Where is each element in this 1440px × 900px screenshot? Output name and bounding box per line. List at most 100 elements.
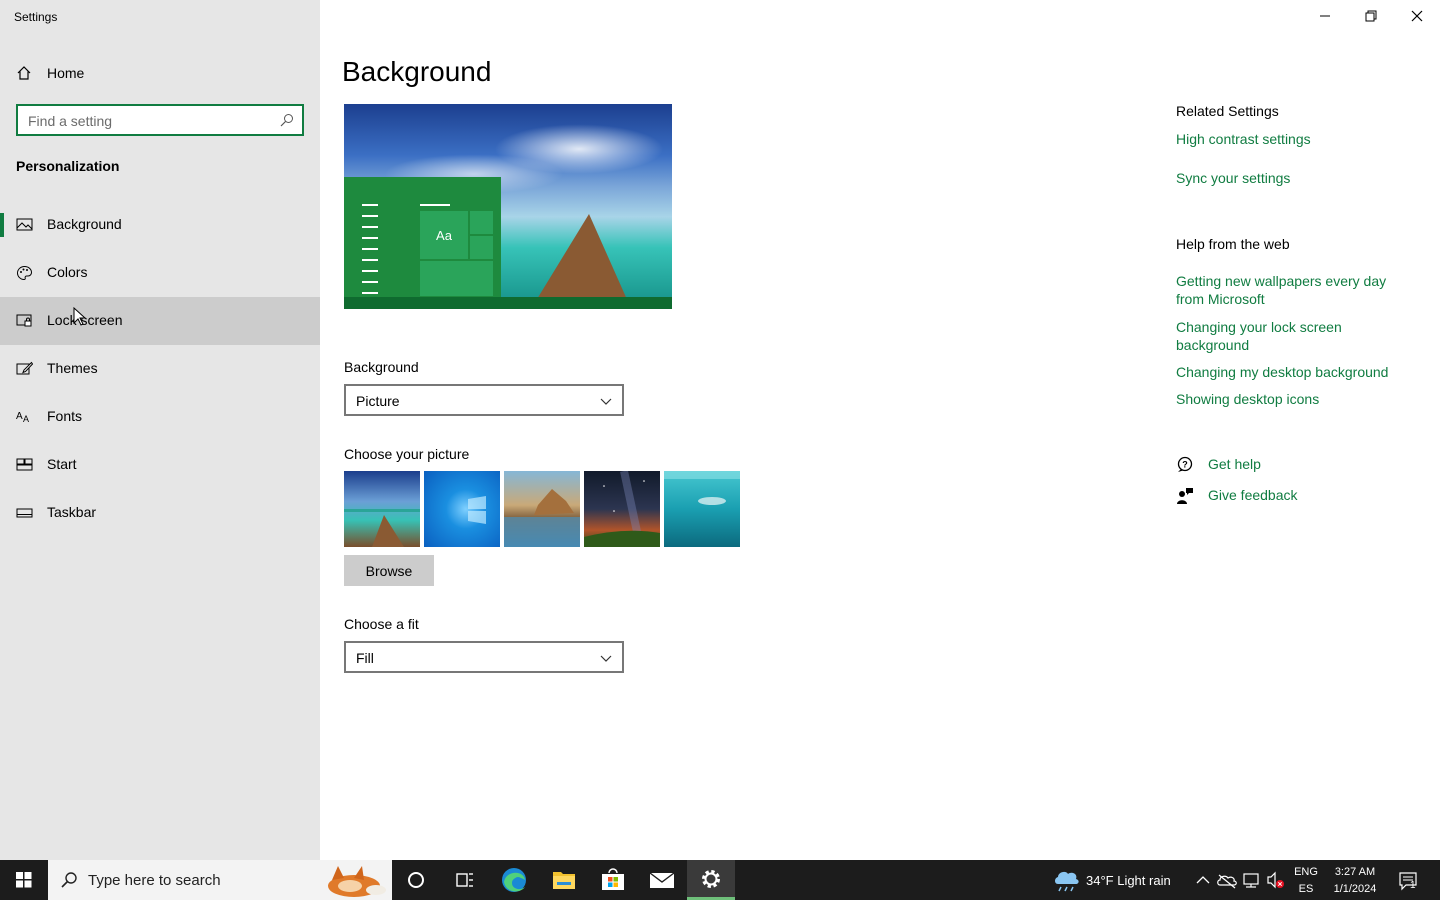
taskbar-search-placeholder: Type here to search [88, 872, 221, 889]
task-view-button[interactable] [440, 860, 488, 900]
keyboard-layout: ES [1298, 883, 1314, 895]
preview-sample-tile: Aa [420, 211, 468, 259]
preview-tile-header [420, 204, 450, 206]
sidebar-item-label: Fonts [47, 408, 83, 424]
picture-thumbnail[interactable] [664, 471, 740, 547]
sidebar-item-background[interactable]: Background [0, 201, 320, 249]
link-high-contrast[interactable]: High contrast settings [1176, 130, 1406, 148]
preview-taskbar [344, 297, 672, 309]
preview-menu-line [362, 204, 378, 206]
chat-help-icon: ? [1176, 456, 1194, 474]
store-icon [602, 868, 624, 890]
section-title: Personalization [16, 158, 120, 174]
cortana-button[interactable] [392, 860, 440, 900]
chevron-down-icon [600, 655, 612, 662]
feedback-icon [1176, 487, 1194, 505]
preview-tile [420, 261, 493, 296]
action-center-button[interactable]: 1 [1394, 860, 1424, 900]
weather-text[interactable]: 34°F Light rain [1086, 873, 1171, 888]
sidebar-item-lock-screen[interactable]: Lock screen [0, 297, 320, 345]
background-label: Background [344, 359, 419, 375]
sidebar-item-fonts[interactable]: AA Fonts [0, 393, 320, 441]
page-title: Background [342, 56, 492, 87]
cortana-icon [408, 872, 424, 888]
taskbar-settings[interactable] [687, 860, 735, 900]
preview-menu-line [362, 292, 378, 294]
network-icon [1243, 873, 1259, 888]
picture-thumbnail[interactable] [504, 471, 580, 547]
taskbar-edge[interactable] [490, 860, 538, 900]
image-icon [16, 217, 33, 233]
get-help-link[interactable]: ? Get help [1176, 455, 1376, 475]
restore-icon [1365, 10, 1377, 22]
taskbar-file-explorer[interactable] [540, 860, 588, 900]
close-button[interactable] [1394, 0, 1440, 32]
sidebar: Settings Home Personalization Background… [0, 0, 320, 860]
notification-count: 1 [1410, 880, 1416, 891]
clock-time: 3:27 AM [1334, 866, 1376, 878]
browse-button[interactable]: Browse [344, 555, 434, 586]
minimize-icon [1320, 15, 1330, 17]
find-setting-field[interactable] [16, 104, 304, 136]
picture-thumbnail[interactable] [344, 471, 420, 547]
folder-icon [553, 872, 575, 889]
chevron-down-icon [600, 398, 612, 405]
clock[interactable]: 3:27 AM 1/1/2024 [1330, 864, 1380, 898]
weather-widget[interactable] [1052, 860, 1082, 900]
taskbar: Type here to search 34°F Light rain ENG … [0, 860, 1440, 900]
picture-thumbnail[interactable] [584, 471, 660, 547]
taskbar-microsoft-store[interactable] [589, 860, 637, 900]
sidebar-item-label: Themes [47, 360, 98, 376]
preview-menu-line [362, 248, 378, 250]
preview-tile [470, 211, 493, 234]
network-button[interactable] [1240, 860, 1262, 900]
svg-text:A: A [16, 411, 23, 422]
app-title: Settings [14, 10, 58, 24]
help-web-title: Help from the web [1176, 236, 1290, 252]
volume-button[interactable] [1264, 860, 1286, 900]
lock-screen-icon [16, 313, 33, 329]
link-lock-screen-background[interactable]: Changing your lock screen background [1176, 318, 1406, 354]
desktop-preview: Aa [344, 104, 672, 309]
preview-menu-line [362, 237, 378, 239]
sidebar-item-label: Taskbar [47, 504, 97, 520]
link-desktop-background[interactable]: Changing my desktop background [1176, 363, 1406, 381]
search-icon[interactable] [280, 113, 294, 127]
sidebar-item-start[interactable]: Start [0, 441, 320, 489]
find-setting-input[interactable] [28, 111, 268, 131]
start-icon [16, 457, 33, 473]
task-view-icon [456, 873, 473, 887]
sidebar-item-colors[interactable]: Colors [0, 249, 320, 297]
onedrive-button[interactable] [1216, 860, 1238, 900]
background-dropdown[interactable]: Picture [344, 384, 624, 416]
search-icon [60, 871, 78, 889]
preview-menu-line [362, 270, 378, 272]
palette-icon [16, 265, 33, 281]
sidebar-item-taskbar[interactable]: Taskbar [0, 489, 320, 537]
sidebar-item-themes[interactable]: Themes [0, 345, 320, 393]
link-sync-settings[interactable]: Sync your settings [1176, 169, 1406, 187]
start-button[interactable] [0, 860, 48, 900]
preview-menu-line [362, 259, 378, 261]
home-link[interactable]: Home [0, 56, 320, 90]
picture-thumbnail[interactable] [424, 471, 500, 547]
taskbar-search-box[interactable]: Type here to search [48, 860, 392, 900]
preview-tile [470, 236, 493, 259]
preview-menu-line [362, 226, 378, 228]
preview-pier [534, 214, 629, 304]
rain-cloud-icon [1055, 871, 1079, 892]
edge-icon [502, 868, 526, 892]
fit-dropdown[interactable]: Fill [344, 641, 624, 673]
link-new-wallpapers[interactable]: Getting new wallpapers every day from Mi… [1176, 272, 1406, 308]
taskbar-mail[interactable] [638, 860, 686, 900]
give-feedback-link[interactable]: Give feedback [1176, 486, 1376, 506]
home-icon [16, 65, 34, 83]
minimize-button[interactable] [1302, 0, 1348, 32]
show-hidden-icons-button[interactable] [1194, 860, 1212, 900]
language-indicator[interactable]: ENG ES [1292, 864, 1320, 898]
close-icon [1411, 10, 1423, 22]
restore-button[interactable] [1348, 0, 1394, 32]
link-desktop-icons[interactable]: Showing desktop icons [1176, 390, 1406, 408]
speaker-muted-icon [1267, 871, 1284, 889]
choose-picture-label: Choose your picture [344, 446, 470, 462]
